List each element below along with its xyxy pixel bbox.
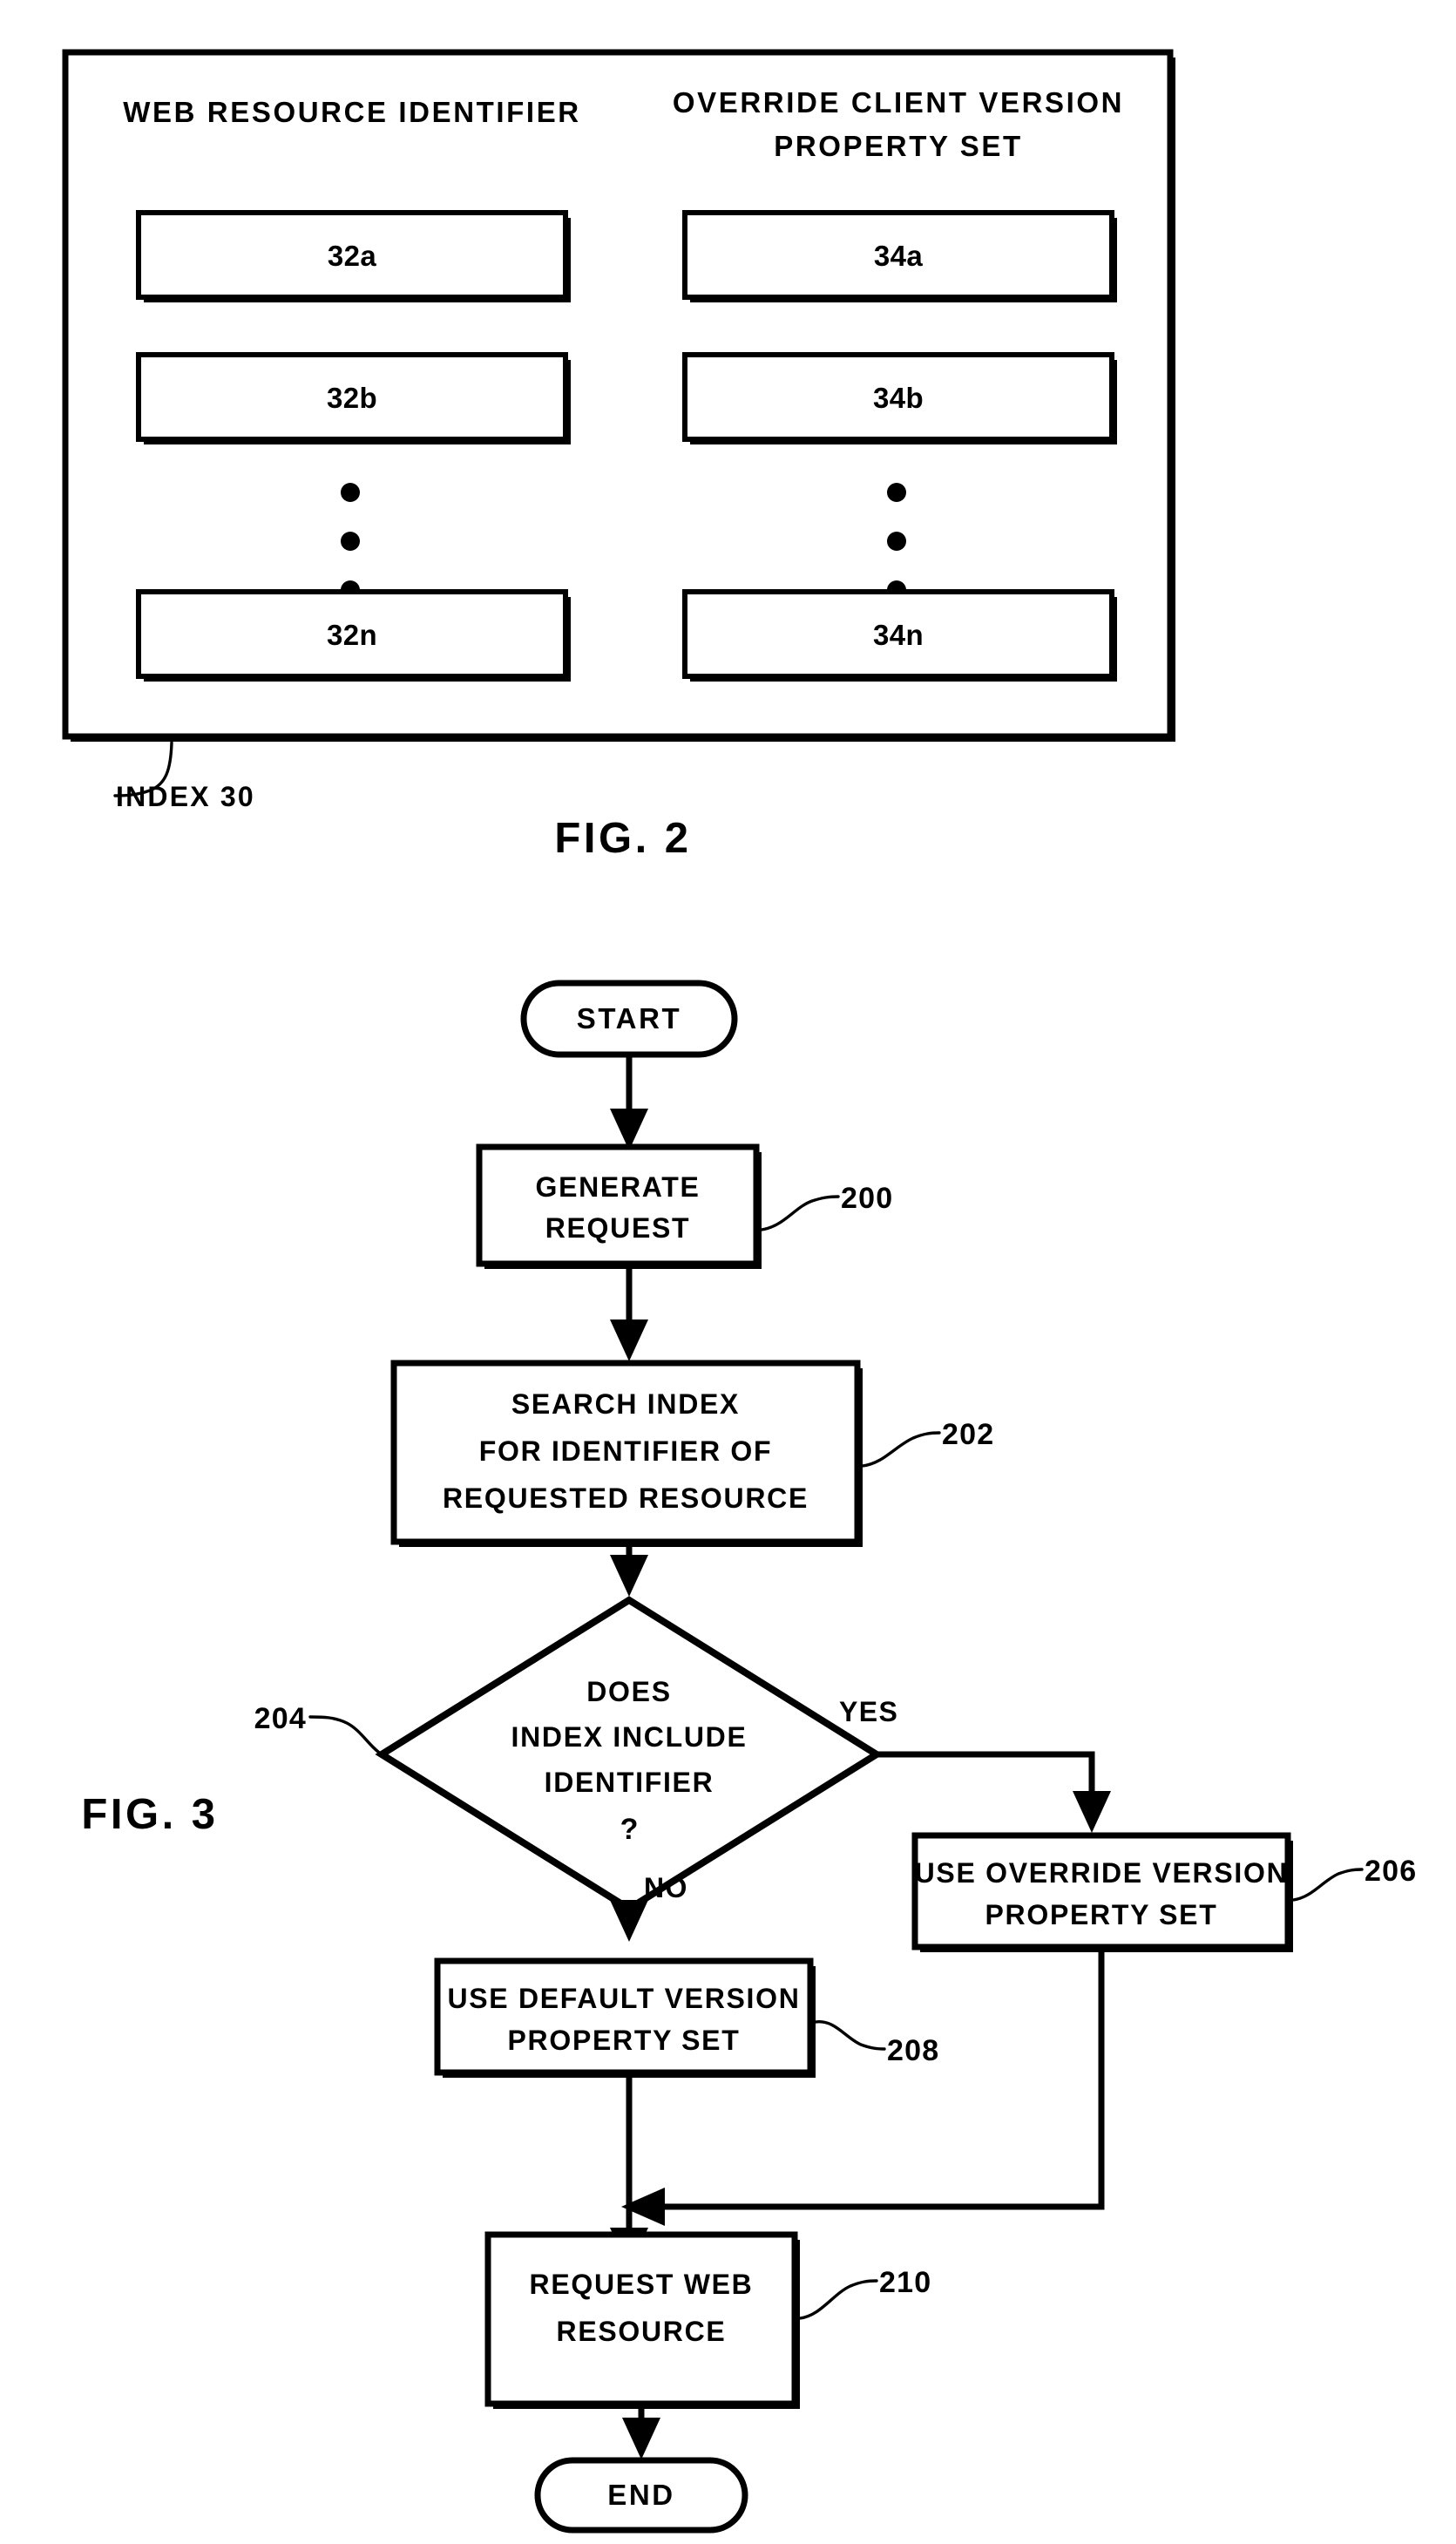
- node-204-label-line2: INDEX INCLUDE: [511, 1721, 747, 1753]
- node-204-label-line3: IDENTIFIER: [545, 1767, 714, 1798]
- branch-label-no: NO: [644, 1872, 688, 1903]
- cell-32a-label: 32a: [328, 240, 377, 272]
- node-start-label: START: [577, 1002, 682, 1035]
- node-208-label-line2: PROPERTY SET: [508, 2025, 741, 2056]
- node-206-ref: 206: [1365, 1855, 1417, 1888]
- cell-34b-label: 34b: [873, 382, 924, 414]
- node-210-label-line2: RESOURCE: [557, 2316, 727, 2347]
- node-202-label-line2: FOR IDENTIFIER OF: [479, 1435, 772, 1467]
- node-204-ref: 204: [254, 1702, 307, 1735]
- node-202-label-line3: REQUESTED RESOURCE: [443, 1482, 809, 1514]
- node-202-ref: 202: [942, 1418, 994, 1451]
- node-202-label-line1: SEARCH INDEX: [511, 1388, 740, 1420]
- cell-34a-label: 34a: [874, 240, 924, 272]
- node-204-label-question-mark: ?: [620, 1813, 639, 1846]
- figure-3-caption: FIG. 3: [81, 1791, 218, 1838]
- column-header-web-resource-identifier: WEB RESOURCE IDENTIFIER: [123, 96, 581, 128]
- column-header-override-client-version-line1: OVERRIDE CLIENT VERSION: [673, 86, 1124, 119]
- node-200-ref: 200: [841, 1182, 893, 1215]
- cell-34n-label: 34n: [873, 619, 924, 651]
- node-end-label: END: [607, 2479, 674, 2511]
- node-204-label-line1: DOES: [586, 1676, 672, 1707]
- figures-canvas: WEB RESOURCE IDENTIFIER OVERRIDE CLIENT …: [0, 0, 1456, 2544]
- branch-label-yes: YES: [839, 1696, 898, 1727]
- node-200: [476, 1143, 760, 1267]
- cell-32n-label: 32n: [327, 619, 377, 651]
- node-208-label-line1: USE DEFAULT VERSION: [447, 1983, 800, 2014]
- node-200-label-line2: REQUEST: [545, 1212, 691, 1244]
- figure-2-caption: FIG. 2: [554, 815, 691, 862]
- index-label: INDEX 30: [116, 781, 255, 812]
- node-208-ref: 208: [887, 2034, 939, 2067]
- column-header-override-client-version-line2: PROPERTY SET: [774, 130, 1022, 162]
- node-200-label-line1: GENERATE: [535, 1171, 700, 1203]
- node-206-label-line1: USE OVERRIDE VERSION: [915, 1857, 1289, 1889]
- cell-32b-label: 32b: [327, 382, 377, 414]
- patent-drawing-sheet: WEB RESOURCE IDENTIFIER OVERRIDE CLIENT …: [0, 0, 1456, 2544]
- node-206-label-line2: PROPERTY SET: [985, 1899, 1218, 1930]
- figure-2: WEB RESOURCE IDENTIFIER OVERRIDE CLIENT …: [62, 49, 1175, 862]
- node-210-ref: 210: [879, 2266, 931, 2299]
- node-210-label-line1: REQUEST WEB: [530, 2269, 754, 2300]
